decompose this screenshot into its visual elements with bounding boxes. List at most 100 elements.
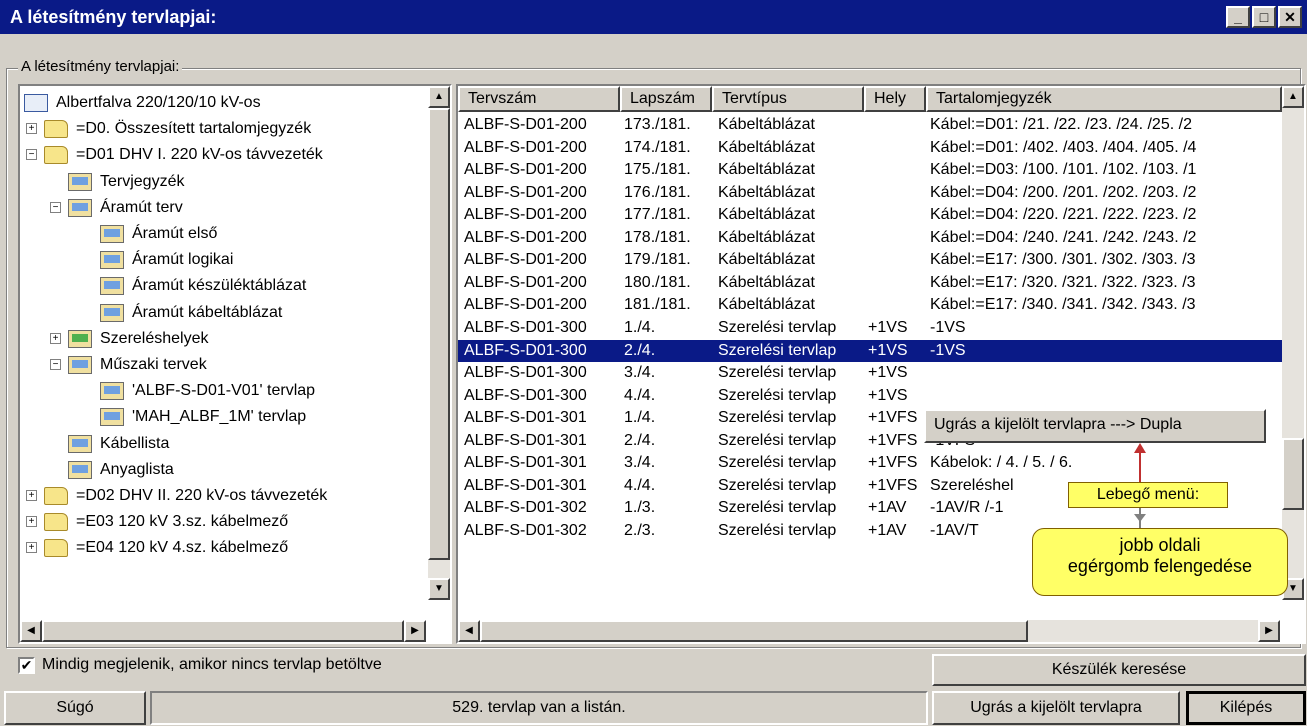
table-row[interactable]: ALBF-S-D01-200 179./181. Kábeltáblázat Kábe…	[458, 249, 1282, 271]
table-cell: Kábel:=D04: /220. /221. /222. /223. /2	[930, 206, 1197, 224]
tree-item[interactable]: + =E03 120 kV 3.sz. kábelmező	[20, 509, 426, 535]
column-header-tartalomjegyzek[interactable]: Tartalomjegyzék	[926, 86, 1282, 112]
table-cell: Kábeltáblázat	[718, 296, 815, 314]
table-cell: +1VFS	[868, 409, 918, 427]
table-row[interactable]: ALBF-S-D01-200 180./181. Kábeltáblázat Kábe…	[458, 272, 1282, 294]
expand-icon[interactable]: +	[26, 123, 37, 135]
always-show-checkbox[interactable]: ✔	[18, 657, 35, 674]
table-row[interactable]: ALBF-S-D01-300 4./4. Szerelési tervlap +1VS	[458, 385, 1282, 407]
exit-button[interactable]: Kilépés	[1186, 691, 1306, 725]
table-row[interactable]: ALBF-S-D01-301 3./4. Szerelési tervlap +1VF…	[458, 452, 1282, 474]
collapse-icon[interactable]: −	[26, 149, 37, 161]
table-row[interactable]: ALBF-S-D01-200 177./181. Kábeltáblázat Kábe…	[458, 204, 1282, 226]
collapse-icon[interactable]: −	[50, 201, 61, 213]
table-row[interactable]: ALBF-S-D01-200 173./181. Kábeltáblázat Kábe…	[458, 114, 1282, 136]
table-cell: 179./181.	[624, 251, 691, 269]
check-mark-icon: ✔	[20, 657, 33, 673]
maximize-button[interactable]: □	[1252, 6, 1276, 28]
tree-vertical-scrollbar[interactable]: ▲ ▼	[428, 86, 450, 600]
table-cell: Szerelési tervlap	[718, 454, 837, 472]
sheet-icon	[68, 198, 92, 217]
tree-item[interactable]: + =D02 DHV II. 220 kV-os távvezeték	[20, 483, 426, 509]
table-row[interactable]: ALBF-S-D01-200 174./181. Kábeltáblázat Kábe…	[458, 137, 1282, 159]
table-cell: Szerelési tervlap	[718, 409, 837, 427]
tree-vertical-thumb[interactable]	[428, 108, 450, 560]
find-device-button[interactable]: Készülék keresése	[932, 654, 1306, 686]
tree-item[interactable]: Áramút kábeltáblázat	[20, 300, 426, 326]
tree-item[interactable]: Tervjegyzék	[20, 169, 426, 195]
tree-horizontal-thumb[interactable]	[42, 620, 404, 642]
expand-icon[interactable]: +	[26, 516, 37, 528]
sheet-icon	[68, 434, 92, 453]
list-vertical-scrollbar[interactable]: ▲ ▼	[1282, 86, 1304, 600]
sheet-icon	[100, 382, 124, 401]
column-header-lapszam[interactable]: Lapszám	[620, 86, 712, 112]
expand-icon[interactable]: +	[26, 490, 37, 501]
tree-item[interactable]: − =D01 DHV I. 220 kV-os távvezeték	[20, 142, 426, 168]
table-row[interactable]: ALBF-S-D01-200 178./181. Kábeltáblázat Kábe…	[458, 227, 1282, 249]
table-cell: Kábelok: / 4. / 5. / 6.	[930, 454, 1073, 472]
list-horizontal-scrollbar[interactable]: ◀ ▶	[458, 620, 1280, 642]
scroll-down-icon[interactable]: ▼	[428, 578, 450, 600]
column-header-hely[interactable]: Hely	[864, 86, 926, 112]
table-cell: Szerelési tervlap	[718, 431, 837, 449]
help-button[interactable]: Súgó	[4, 691, 146, 725]
table-row[interactable]: ALBF-S-D01-200 176./181. Kábeltáblázat Kábe…	[458, 182, 1282, 204]
table-row[interactable]: ALBF-S-D01-300 1./4. Szerelési tervlap +1VS…	[458, 317, 1282, 339]
tree-horizontal-scrollbar[interactable]: ◀ ▶	[20, 620, 426, 642]
table-cell: ALBF-S-D01-301	[464, 431, 587, 449]
scroll-up-icon[interactable]: ▲	[428, 86, 450, 108]
list-horizontal-thumb[interactable]	[480, 620, 1028, 642]
tree-item[interactable]: + =E04 120 kV 4.sz. kábelmező	[20, 535, 426, 561]
table-cell: 173./181.	[624, 116, 691, 133]
expand-icon[interactable]: +	[50, 332, 61, 344]
column-header-tervszam[interactable]: Tervszám	[458, 86, 620, 112]
tree-item[interactable]: Albertfalva 220/120/10 kV-os	[20, 90, 426, 116]
table-cell: 176./181.	[624, 183, 691, 201]
scroll-right-icon[interactable]: ▶	[1258, 620, 1280, 642]
table-cell: Kábel:=E17: /320. /321. /322. /323. /3	[930, 273, 1196, 291]
table-cell: +1VS	[868, 386, 908, 404]
tree-item[interactable]: Anyaglista	[20, 457, 426, 483]
minimize-button[interactable]: _	[1226, 6, 1250, 28]
table-cell: ALBF-S-D01-200	[464, 138, 587, 156]
tree-item[interactable]: − Áramút terv	[20, 195, 426, 221]
tree-panel[interactable]: Albertfalva 220/120/10 kV-os + =D0. Összes…	[18, 84, 452, 644]
table-cell: ALBF-S-D01-200	[464, 183, 587, 201]
tree-item-label: Áramút kábeltáblázat	[132, 303, 283, 321]
tree-item[interactable]: Áramút logikai	[20, 247, 426, 273]
tree-item[interactable]: 'ALBF-S-D01-V01' tervlap	[20, 378, 426, 404]
tree-item[interactable]: − Műszaki tervek	[20, 352, 426, 378]
tree-item-label: =E04 120 kV 4.sz. kábelmező	[76, 539, 289, 557]
tree-item[interactable]: Áramút készüléktáblázat	[20, 273, 426, 299]
scroll-left-icon[interactable]: ◀	[458, 620, 480, 642]
sheet-icon	[68, 172, 92, 191]
folder-open-icon	[44, 146, 68, 165]
collapse-icon[interactable]: −	[50, 359, 61, 370]
table-row[interactable]: ALBF-S-D01-300 2./4. Szerelési tervlap +1VS…	[458, 339, 1282, 362]
tree-item-label: =D0. Összesített tartalomjegyzék	[76, 120, 312, 138]
context-menu-jump-item[interactable]: Ugrás a kijelölt tervlapra ---> Dupla	[924, 409, 1266, 443]
table-row[interactable]: ALBF-S-D01-200 175./181. Kábeltáblázat Kábe…	[458, 159, 1282, 181]
tree-item[interactable]: Áramút első	[20, 221, 426, 247]
table-cell: 180./181.	[624, 273, 691, 291]
table-cell: 174./181.	[624, 138, 691, 156]
list-vertical-thumb[interactable]	[1282, 438, 1304, 510]
scroll-right-icon[interactable]: ▶	[404, 620, 426, 642]
column-header-tervtipus[interactable]: Tervtípus	[712, 86, 864, 112]
tree-item[interactable]: + =D0. Összesített tartalomjegyzék	[20, 116, 426, 142]
scroll-left-icon[interactable]: ◀	[20, 620, 42, 642]
tree-item[interactable]: + Szereléshelyek	[20, 326, 426, 352]
sheet-icon	[100, 408, 124, 427]
jump-to-sheet-button[interactable]: Ugrás a kijelölt tervlapra	[932, 691, 1180, 725]
callout-release: jobb oldali egérgomb felengedése	[1032, 528, 1288, 596]
table-cell: ALBF-S-D01-200	[464, 251, 587, 269]
tree-item[interactable]: Kábellista	[20, 431, 426, 457]
table-cell: -1VS	[930, 318, 966, 336]
table-row[interactable]: ALBF-S-D01-200 181./181. Kábeltáblázat Kábe…	[458, 294, 1282, 316]
tree-item[interactable]: 'MAH_ALBF_1M' tervlap	[20, 404, 426, 430]
scroll-up-icon[interactable]: ▲	[1282, 86, 1304, 108]
expand-icon[interactable]: +	[26, 542, 37, 554]
close-button[interactable]: ✕	[1278, 6, 1302, 28]
table-row[interactable]: ALBF-S-D01-300 3./4. Szerelési tervlap +1VS	[458, 362, 1282, 384]
